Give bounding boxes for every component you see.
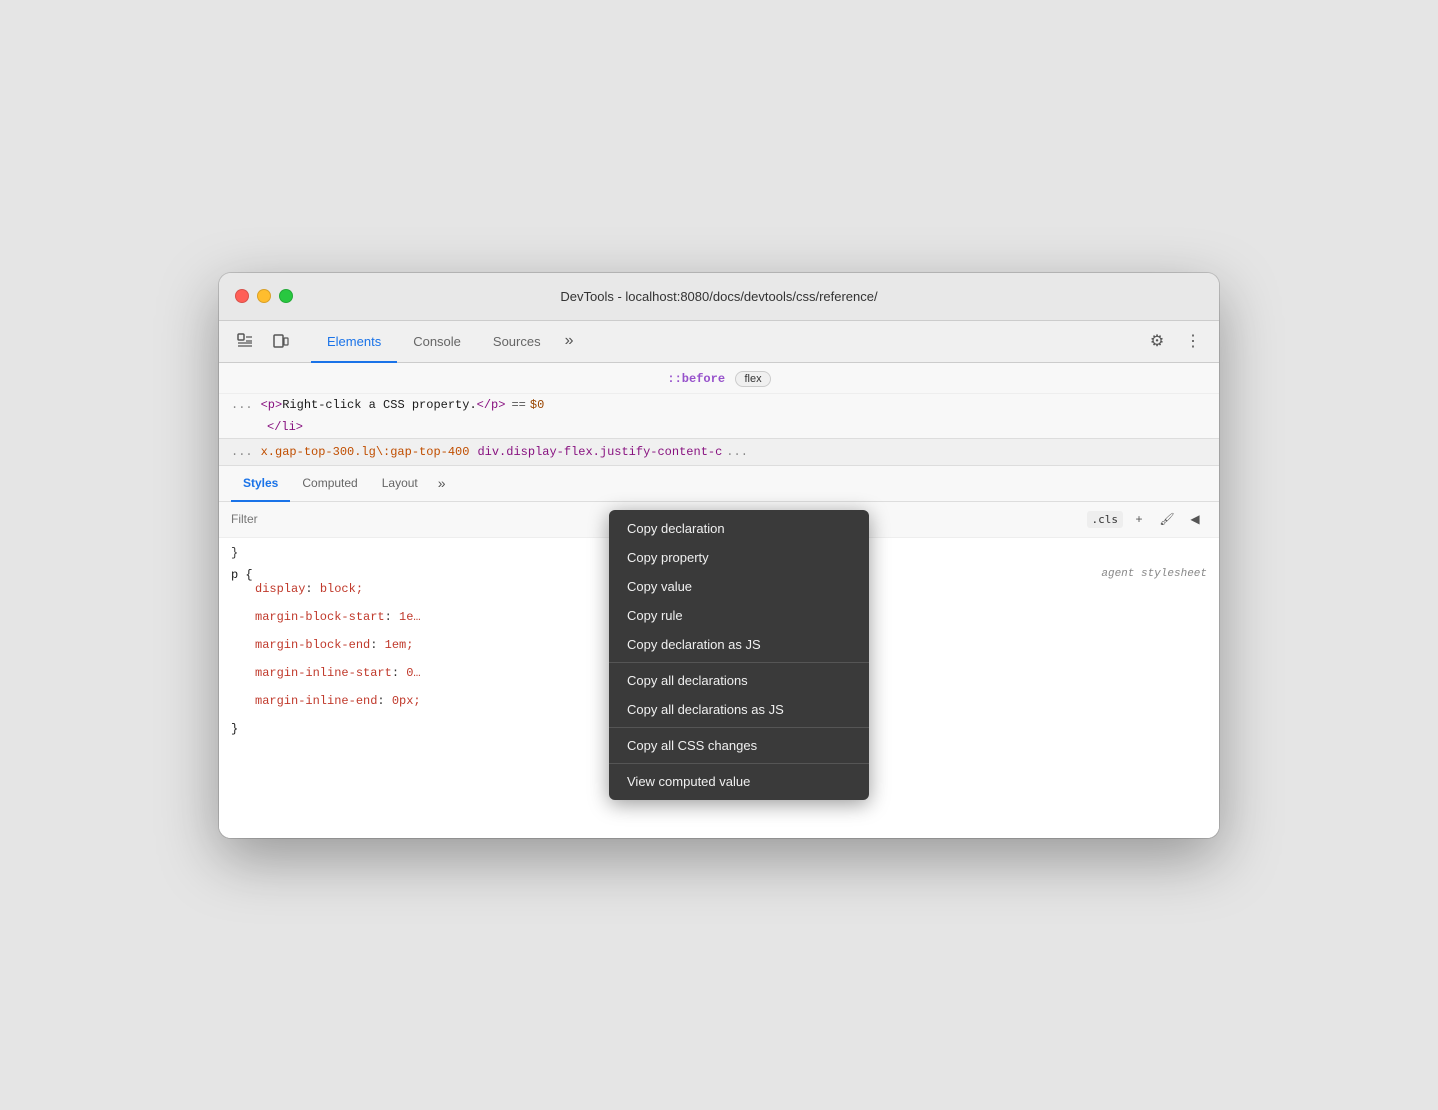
- html-tag-p: <p>: [261, 398, 283, 412]
- tab-sources[interactable]: Sources: [477, 322, 557, 363]
- context-menu-divider-1: [609, 662, 869, 663]
- context-menu-item-copy-property[interactable]: Copy property: [609, 543, 869, 572]
- css-closing-brace: }: [231, 722, 238, 736]
- html-line-1: ... <p> Right-click a CSS property. </p>…: [219, 394, 1219, 416]
- add-style-rule-button[interactable]: +: [1127, 507, 1151, 531]
- device-icon[interactable]: [267, 327, 295, 355]
- tab-console[interactable]: Console: [397, 322, 477, 363]
- context-menu-item-copy-declaration[interactable]: Copy declaration: [609, 514, 869, 543]
- before-bar: ::before flex: [219, 363, 1219, 394]
- context-menu-item-copy-all-css-changes[interactable]: Copy all CSS changes: [609, 731, 869, 760]
- context-menu-item-copy-all-declarations-js[interactable]: Copy all declarations as JS: [609, 695, 869, 724]
- html-dollar-id: $0: [530, 398, 544, 412]
- breadcrumb-item-2[interactable]: div.display-flex.justify-content-c: [477, 445, 722, 459]
- traffic-lights: [235, 289, 293, 303]
- context-menu-item-copy-value[interactable]: Copy value: [609, 572, 869, 601]
- html-eq: ==: [511, 398, 525, 412]
- tabbar-right-actions: ⚙ ⋮: [1143, 321, 1207, 362]
- filter-actions: .cls + 🖌 ◀: [1087, 507, 1208, 531]
- maximize-button[interactable]: [279, 289, 293, 303]
- tab-styles[interactable]: Styles: [231, 467, 290, 502]
- tab-layout[interactable]: Layout: [370, 467, 430, 502]
- html-dots: ...: [231, 398, 253, 412]
- tab-computed[interactable]: Computed: [290, 467, 369, 502]
- html-text-content: Right-click a CSS property.: [282, 398, 476, 412]
- tabbar: Elements Console Sources » ⚙ ⋮: [219, 321, 1219, 363]
- cls-toggle[interactable]: .cls: [1087, 511, 1124, 528]
- before-pseudo-element: ::before: [667, 372, 725, 386]
- titlebar: DevTools - localhost:8080/docs/devtools/…: [219, 273, 1219, 321]
- context-menu: Copy declaration Copy property Copy valu…: [609, 510, 869, 800]
- html-panel: ... <p> Right-click a CSS property. </p>…: [219, 394, 1219, 439]
- settings-icon[interactable]: ⚙: [1143, 327, 1171, 355]
- context-menu-item-copy-rule[interactable]: Copy rule: [609, 601, 869, 630]
- minimize-button[interactable]: [257, 289, 271, 303]
- more-options-icon[interactable]: ⋮: [1179, 327, 1207, 355]
- context-menu-item-copy-declaration-js[interactable]: Copy declaration as JS: [609, 630, 869, 659]
- html-li-close: </li>: [267, 420, 303, 434]
- html-tag-p-close: </p>: [477, 398, 506, 412]
- context-menu-item-view-computed-value[interactable]: View computed value: [609, 767, 869, 796]
- tab-elements[interactable]: Elements: [311, 322, 397, 363]
- more-tabs-button[interactable]: »: [557, 321, 582, 362]
- styles-panel: Styles Computed Layout » .cls + 🖌 ◀ }: [219, 466, 1219, 838]
- breadcrumb-more: ...: [726, 445, 748, 459]
- more-styles-tabs[interactable]: »: [430, 466, 454, 501]
- breadcrumb-item-1[interactable]: x.gap-top-300.lg\:gap-top-400: [261, 445, 470, 459]
- inspect-icon[interactable]: [231, 327, 259, 355]
- breadcrumb-dots: ...: [231, 445, 253, 459]
- context-menu-divider-3: [609, 763, 869, 764]
- devtools-icons: [231, 321, 295, 362]
- html-line-2: </li>: [219, 416, 1219, 438]
- flex-badge: flex: [735, 371, 770, 387]
- window-title: DevTools - localhost:8080/docs/devtools/…: [560, 289, 877, 304]
- paint-button[interactable]: 🖌: [1155, 507, 1179, 531]
- context-menu-divider-2: [609, 727, 869, 728]
- css-selector: p {: [231, 568, 253, 582]
- styles-tabs: Styles Computed Layout »: [219, 466, 1219, 502]
- close-button[interactable]: [235, 289, 249, 303]
- devtools-window: DevTools - localhost:8080/docs/devtools/…: [219, 273, 1219, 838]
- toggle-sidebar-button[interactable]: ◀: [1183, 507, 1207, 531]
- agent-stylesheet-comment: agent stylesheet: [1101, 568, 1207, 580]
- breadcrumb: ... x.gap-top-300.lg\:gap-top-400 div.di…: [219, 439, 1219, 466]
- context-menu-item-copy-all-declarations[interactable]: Copy all declarations: [609, 666, 869, 695]
